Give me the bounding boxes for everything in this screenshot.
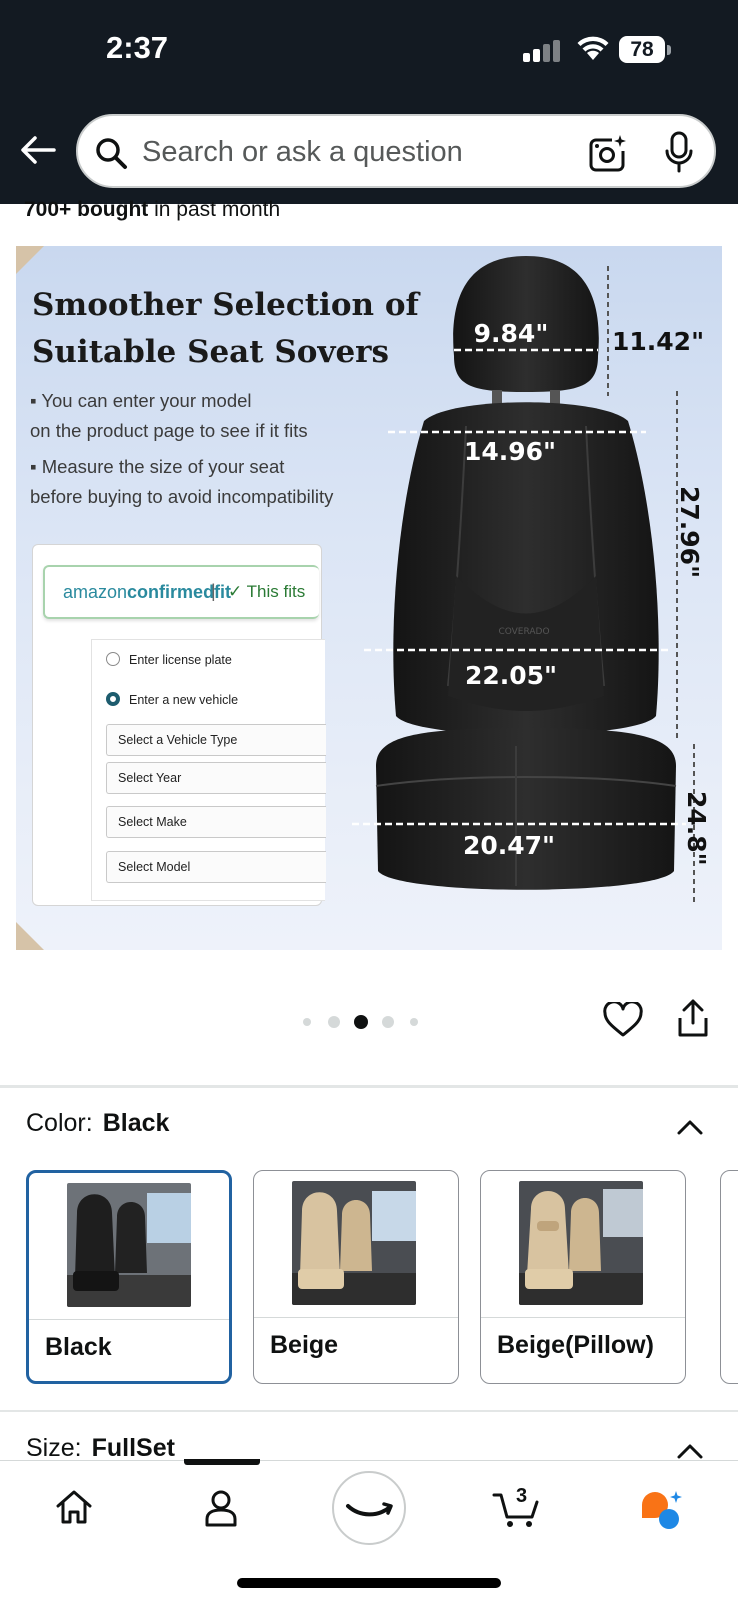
carousel-dot[interactable] bbox=[410, 1018, 418, 1026]
battery-nub bbox=[667, 45, 671, 55]
carousel-dot[interactable] bbox=[303, 1018, 311, 1026]
cellular-signal-icon bbox=[523, 40, 563, 62]
search-icon bbox=[96, 138, 127, 169]
dim-shoulder-width: 14.96" bbox=[464, 437, 556, 466]
seat-cushion bbox=[376, 728, 676, 890]
dim-backrest-height: 27.96" bbox=[675, 486, 704, 578]
color-option-black[interactable]: Black bbox=[26, 1170, 232, 1384]
image-corner-decoration bbox=[16, 246, 44, 274]
select-make: Select Make bbox=[106, 806, 326, 838]
radio-license-plate: Enter license plate bbox=[106, 652, 232, 667]
size-selected-value: FullSet bbox=[91, 1434, 175, 1462]
purchase-count-text: 700+ bought in past month bbox=[24, 198, 280, 222]
color-thumbnail-beige bbox=[292, 1181, 416, 1305]
size-selector-label: Size: FullSet bbox=[26, 1434, 175, 1463]
image-carousel-dots[interactable] bbox=[303, 1014, 433, 1030]
radio-new-vehicle: Enter a new vehicle bbox=[106, 692, 238, 707]
share-icon[interactable] bbox=[676, 998, 710, 1038]
radio-label: Enter a new vehicle bbox=[129, 693, 239, 707]
swatch-separator bbox=[481, 1317, 685, 1318]
carousel-dot[interactable] bbox=[382, 1016, 394, 1028]
carousel-dot[interactable] bbox=[328, 1016, 340, 1028]
chevron-up-icon[interactable] bbox=[676, 1118, 704, 1136]
dim-headrest-height: 11.42" bbox=[612, 327, 704, 356]
rufus-assistant-icon[interactable] bbox=[638, 1489, 684, 1531]
dim-lumbar-width: 22.05" bbox=[465, 661, 557, 690]
seat-dimension-diagram: COVERADO 9.84" 11.42" 14.96" 27.96" 22.0… bbox=[352, 256, 711, 906]
home-indicator bbox=[237, 1578, 501, 1588]
select-vehicle-type: Select a Vehicle Type bbox=[106, 724, 326, 756]
bullet-line: ▪ You can enter your model bbox=[30, 390, 252, 411]
vehicle-form: Enter license plate Enter a new vehicle … bbox=[91, 639, 326, 901]
image-bullet-measure: ▪ Measure the size of your seat before b… bbox=[30, 452, 370, 512]
bullet-line: ▪ Measure the size of your seat bbox=[30, 456, 285, 477]
chevron-up-icon[interactable] bbox=[676, 1442, 704, 1460]
color-option-beige[interactable]: Beige bbox=[253, 1170, 459, 1384]
dim-cushion-height: 24.8" bbox=[682, 791, 711, 866]
radio-button bbox=[106, 652, 120, 666]
microphone-icon[interactable] bbox=[664, 131, 694, 173]
seat-brand-text: COVERADO bbox=[498, 627, 549, 637]
confirmed-fit-badge: amazonconfirmedfit | ✓ This fits bbox=[43, 565, 319, 619]
status-time: 2:37 bbox=[106, 30, 169, 65]
select-model: Select Model bbox=[106, 851, 326, 883]
color-thumbnail-beige-pillow bbox=[519, 1181, 643, 1305]
heart-icon[interactable] bbox=[603, 1002, 643, 1038]
dim-cushion-width: 20.47" bbox=[463, 831, 555, 860]
purchase-count-suffix: in past month bbox=[148, 198, 281, 221]
size-label-text: Size: bbox=[26, 1434, 82, 1462]
this-fits-label: ✓ This fits bbox=[228, 582, 306, 601]
amazon-smile-button[interactable] bbox=[332, 1471, 406, 1545]
bullet-line: before buying to avoid incompatibility bbox=[30, 486, 334, 507]
search-bar[interactable]: Search or ask a question bbox=[76, 114, 716, 188]
radio-label: Enter license plate bbox=[129, 653, 232, 667]
home-icon[interactable] bbox=[55, 1489, 93, 1525]
radio-button-selected bbox=[106, 692, 120, 706]
top-header: 2:37 78 Search or ask a question bbox=[0, 0, 738, 204]
color-selected-value: Black bbox=[102, 1109, 170, 1137]
product-image[interactable]: Smoother Selection of Suitable Seat Sove… bbox=[16, 246, 722, 950]
logo-part: amazon bbox=[63, 582, 128, 602]
cart-button[interactable]: 3 bbox=[492, 1485, 542, 1529]
color-option-label: Beige bbox=[270, 1331, 339, 1359]
image-corner-decoration bbox=[16, 922, 44, 950]
purchase-count-bold: 700+ bought bbox=[24, 198, 149, 221]
section-divider bbox=[0, 1085, 738, 1088]
image-bullet-model: ▪ You can enter your model on the produc… bbox=[30, 386, 370, 446]
wifi-icon bbox=[577, 36, 609, 60]
color-option-next-partial[interactable] bbox=[720, 1170, 738, 1384]
amazon-smile-icon bbox=[346, 1502, 393, 1517]
section-divider bbox=[0, 1410, 738, 1412]
search-input[interactable]: Search or ask a question bbox=[142, 136, 463, 169]
battery-indicator: 78 bbox=[619, 36, 665, 63]
carousel-dot-active[interactable] bbox=[354, 1015, 368, 1029]
nav-active-indicator bbox=[184, 1459, 260, 1465]
color-label-text: Color: bbox=[26, 1109, 93, 1137]
color-thumbnail-black bbox=[67, 1183, 191, 1307]
badge-separator: | bbox=[211, 581, 216, 601]
camera-lens-icon[interactable] bbox=[588, 133, 628, 173]
color-option-label: Black bbox=[45, 1333, 112, 1361]
confirmed-fit-panel: amazonconfirmedfit | ✓ This fits Enter l… bbox=[32, 544, 326, 906]
account-icon[interactable] bbox=[204, 1489, 238, 1527]
back-arrow-icon[interactable] bbox=[20, 135, 56, 165]
color-option-beige-pillow[interactable]: Beige(Pillow) bbox=[480, 1170, 686, 1384]
color-selector-label: Color: Black bbox=[26, 1109, 169, 1138]
cart-count-badge: 3 bbox=[516, 1485, 528, 1507]
swatch-separator bbox=[29, 1319, 229, 1320]
bullet-line: on the product page to see if it fits bbox=[30, 420, 308, 441]
color-option-label: Beige(Pillow) bbox=[497, 1331, 654, 1359]
swatch-separator bbox=[254, 1317, 458, 1318]
confirmed-fit-logo: amazonconfirmedfit bbox=[63, 582, 231, 603]
dim-headrest-width: 9.84" bbox=[474, 319, 549, 348]
select-year: Select Year bbox=[106, 762, 326, 794]
